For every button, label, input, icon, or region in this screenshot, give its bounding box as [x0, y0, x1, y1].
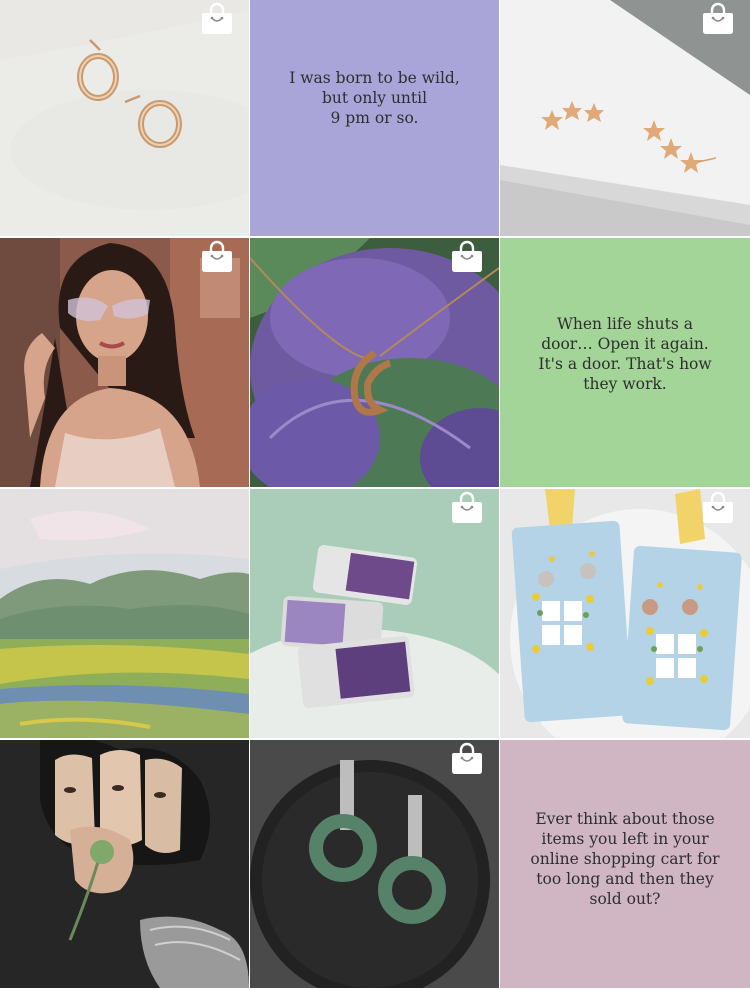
shopping-bag-icon	[201, 2, 233, 36]
model-portrait-photo	[0, 238, 249, 487]
quote-text: Ever think about those items you left in…	[530, 810, 720, 908]
post-monet-field[interactable]	[0, 489, 249, 738]
profile-feed-grid: I was born to be wild, but only until 9 …	[0, 0, 750, 988]
quote-text: I was born to be wild, but only until 9 …	[289, 69, 460, 127]
post-model-portrait[interactable]	[0, 238, 249, 487]
shopping-bag-icon	[451, 491, 483, 525]
monet-field-painting	[0, 489, 249, 738]
post-lemons-earrings[interactable]	[500, 489, 750, 738]
lemons-earrings-photo	[500, 489, 750, 738]
post-quote-cart[interactable]: Ever think about those items you left in…	[500, 740, 750, 988]
shopping-bag-icon	[451, 240, 483, 274]
post-quote-door[interactable]: When life shuts a door… Open it again. I…	[500, 238, 750, 487]
shopping-bag-icon	[702, 2, 734, 36]
quote-text: When life shuts a door… Open it again. I…	[538, 314, 712, 393]
amethyst-rings-photo	[250, 489, 499, 738]
post-star-earrings[interactable]	[500, 0, 750, 236]
post-quote-wild[interactable]: I was born to be wild, but only until 9 …	[250, 0, 499, 236]
post-cabbage-necklace[interactable]	[250, 238, 499, 487]
shopping-bag-icon	[451, 742, 483, 776]
post-amethyst-rings[interactable]	[250, 489, 499, 738]
cabbage-necklace-photo	[250, 238, 499, 487]
surreal-collage-image	[0, 740, 249, 988]
shopping-bag-icon	[702, 491, 734, 525]
post-jade-earrings[interactable]	[250, 740, 499, 988]
shopping-bag-icon	[201, 240, 233, 274]
jade-earrings-photo	[250, 740, 499, 988]
post-surreal-collage[interactable]	[0, 740, 249, 988]
post-hoop-earrings[interactable]	[0, 0, 249, 236]
